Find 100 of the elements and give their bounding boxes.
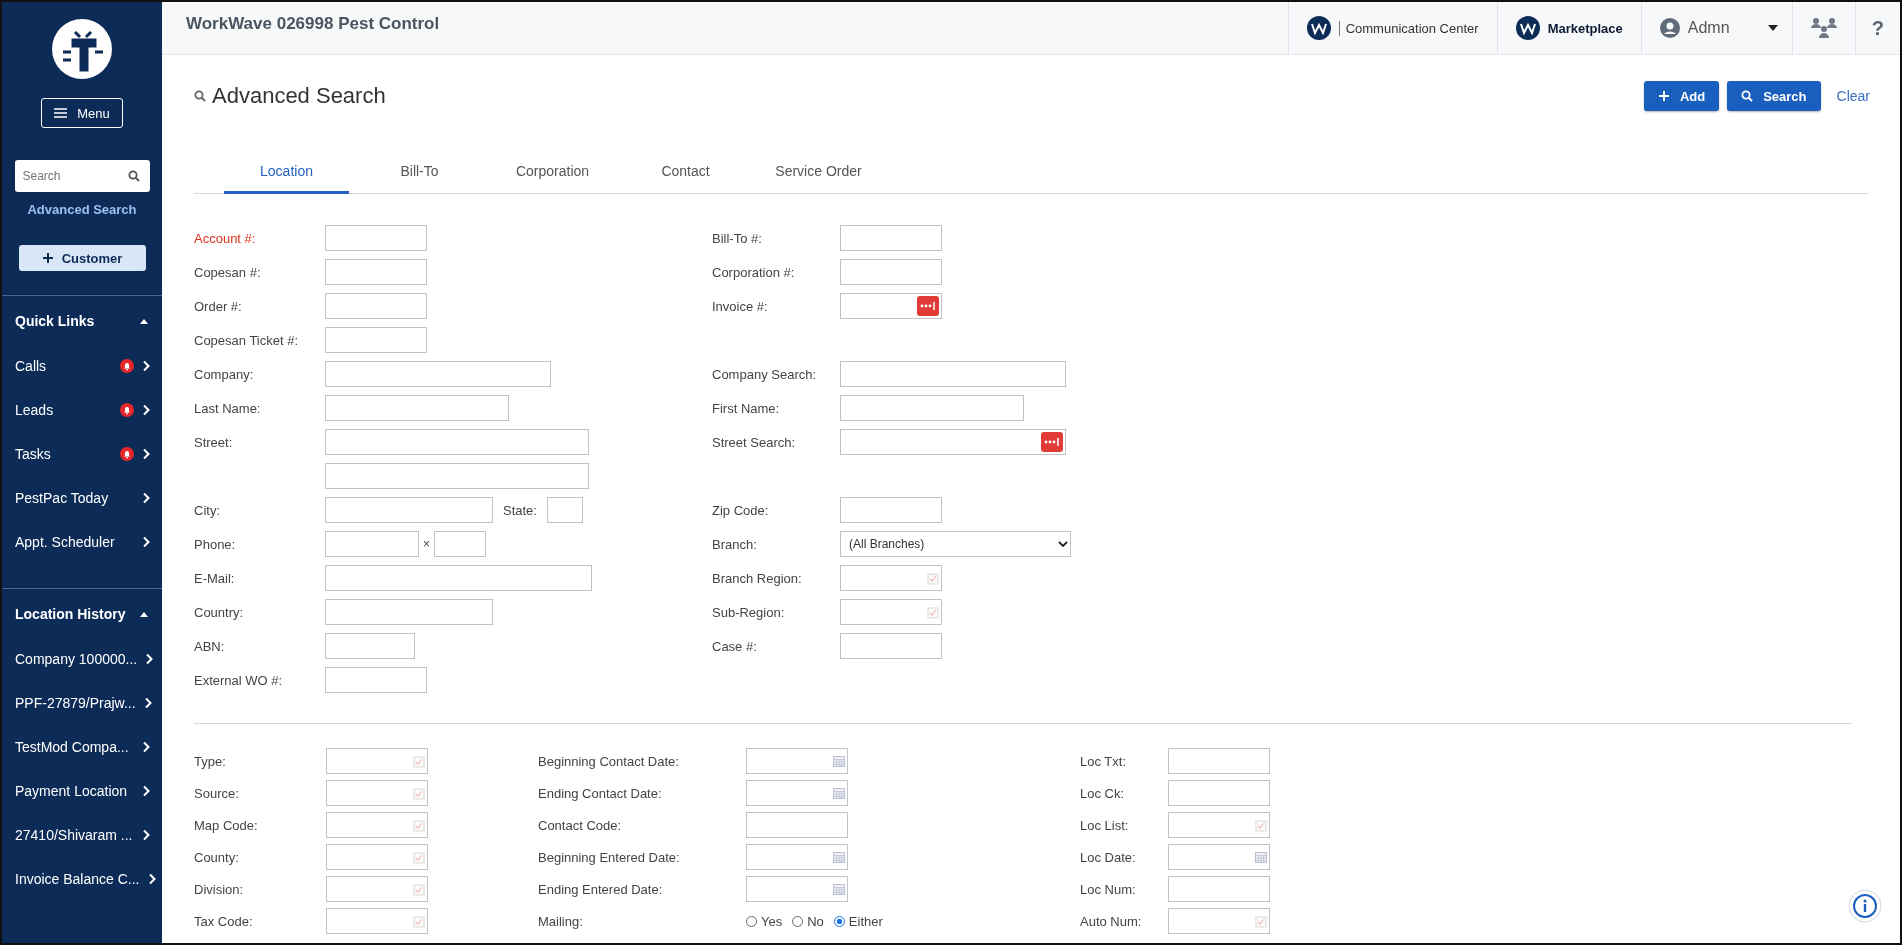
list-picker-icon[interactable] bbox=[413, 914, 425, 928]
input-field[interactable] bbox=[325, 293, 427, 319]
collapse-caret-icon[interactable] bbox=[140, 318, 148, 324]
calendar-icon[interactable] bbox=[833, 883, 845, 895]
communication-center-link[interactable]: Communication Center bbox=[1287, 2, 1497, 54]
calendar-icon[interactable] bbox=[833, 755, 845, 767]
input-field[interactable] bbox=[746, 844, 848, 870]
list-picker-icon[interactable] bbox=[413, 882, 425, 896]
calendar-icon[interactable] bbox=[833, 787, 845, 799]
input-field[interactable] bbox=[840, 497, 942, 523]
sidebar-link[interactable]: Invoice Balance C... bbox=[2, 857, 162, 901]
input-field[interactable] bbox=[326, 876, 428, 902]
input-field[interactable] bbox=[840, 293, 942, 319]
input-field[interactable] bbox=[840, 429, 1066, 455]
lookup-button[interactable] bbox=[917, 296, 939, 316]
tab[interactable]: Bill-To bbox=[357, 149, 482, 194]
tab[interactable]: Corporation bbox=[490, 149, 615, 194]
search-button[interactable]: Search bbox=[1727, 81, 1821, 111]
list-picker-icon[interactable] bbox=[413, 754, 425, 768]
sidebar-link[interactable]: TestMod Compa... bbox=[2, 725, 162, 769]
input-field[interactable] bbox=[840, 565, 942, 591]
chevron-right-icon bbox=[142, 536, 150, 548]
collapse-caret-icon[interactable] bbox=[140, 611, 148, 617]
input-field[interactable] bbox=[840, 225, 942, 251]
user-menu[interactable]: Admn bbox=[1640, 2, 1792, 54]
input-field[interactable] bbox=[325, 565, 592, 591]
tab[interactable]: Service Order bbox=[756, 149, 881, 194]
input-field[interactable] bbox=[746, 812, 848, 838]
input-field[interactable] bbox=[325, 361, 551, 387]
input-field[interactable] bbox=[326, 748, 428, 774]
input-field[interactable] bbox=[326, 812, 428, 838]
sidebar-link[interactable]: Payment Location bbox=[2, 769, 162, 813]
branch-dropdown[interactable]: (All Branches) bbox=[840, 531, 1071, 557]
input-field[interactable] bbox=[840, 361, 1066, 387]
input-field[interactable] bbox=[325, 633, 415, 659]
field-label: Sub-Region: bbox=[712, 604, 786, 620]
list-picker-icon[interactable] bbox=[927, 605, 939, 619]
tab[interactable]: Location bbox=[224, 149, 349, 194]
input-field[interactable] bbox=[546, 497, 583, 523]
input-field[interactable] bbox=[746, 876, 848, 902]
input-field[interactable] bbox=[325, 463, 589, 489]
input-field[interactable] bbox=[326, 844, 428, 870]
list-picker-icon[interactable] bbox=[413, 786, 425, 800]
input-field[interactable] bbox=[326, 908, 428, 934]
marketplace-link[interactable]: Marketplace bbox=[1496, 2, 1641, 54]
field-label: Beginning Entered Date: bbox=[538, 849, 681, 865]
input-field[interactable] bbox=[325, 259, 427, 285]
input-field[interactable] bbox=[840, 599, 942, 625]
input-field[interactable] bbox=[1168, 748, 1270, 774]
input-field[interactable] bbox=[746, 748, 848, 774]
calendar-icon[interactable] bbox=[833, 851, 845, 863]
sidebar-link[interactable]: PestPac Today bbox=[2, 476, 162, 520]
input-field[interactable] bbox=[1168, 876, 1270, 902]
calendar-icon[interactable] bbox=[1255, 851, 1267, 863]
sidebar-link[interactable]: Appt. Scheduler bbox=[2, 520, 162, 564]
input-field[interactable] bbox=[326, 780, 428, 806]
sidebar-link[interactable]: PPF-27879/Prajw... bbox=[2, 681, 162, 725]
add-customer-button[interactable]: Customer bbox=[18, 245, 146, 271]
info-button[interactable] bbox=[1848, 889, 1882, 923]
radio-option[interactable]: Either bbox=[833, 913, 883, 929]
chevron-right-icon bbox=[143, 697, 152, 709]
menu-button[interactable]: Menu bbox=[41, 98, 123, 128]
radio-option[interactable]: No bbox=[792, 913, 824, 929]
input-field[interactable] bbox=[325, 497, 493, 523]
input-field[interactable] bbox=[1168, 844, 1270, 870]
sidebar-link[interactable]: Company 100000... bbox=[2, 637, 162, 681]
input-field[interactable] bbox=[840, 633, 942, 659]
input-field[interactable] bbox=[325, 429, 589, 455]
radio-option[interactable]: Yes bbox=[746, 913, 783, 929]
field-label: Source: bbox=[194, 785, 240, 801]
input-field[interactable] bbox=[434, 531, 486, 557]
list-picker-icon[interactable] bbox=[1255, 818, 1267, 832]
add-button[interactable]: Add bbox=[1643, 81, 1720, 111]
chevron-right-icon bbox=[142, 829, 150, 841]
input-field[interactable] bbox=[840, 259, 942, 285]
list-picker-icon[interactable] bbox=[927, 571, 939, 585]
input-field[interactable] bbox=[325, 395, 509, 421]
lookup-button[interactable] bbox=[1041, 432, 1063, 452]
input-field[interactable] bbox=[1168, 780, 1270, 806]
list-picker-icon[interactable] bbox=[413, 818, 425, 832]
input-field[interactable] bbox=[746, 780, 848, 806]
input-field[interactable] bbox=[1168, 908, 1270, 934]
sidebar-link[interactable]: 27410/Shivaram ... bbox=[2, 813, 162, 857]
clear-link[interactable]: Clear bbox=[1836, 88, 1870, 104]
input-field[interactable] bbox=[325, 531, 419, 557]
input-field[interactable] bbox=[325, 667, 427, 693]
sidebar-link[interactable]: Leads bbox=[2, 388, 162, 432]
tab[interactable]: Contact bbox=[623, 149, 748, 194]
list-picker-icon[interactable] bbox=[413, 850, 425, 864]
input-field[interactable] bbox=[1168, 812, 1270, 838]
search-field[interactable]: Search bbox=[14, 160, 150, 192]
advanced-search-link[interactable]: Advanced Search bbox=[27, 202, 137, 217]
input-field[interactable] bbox=[325, 327, 427, 353]
help-button[interactable]: ? bbox=[1854, 2, 1900, 54]
input-field[interactable] bbox=[325, 599, 493, 625]
input-field[interactable] bbox=[840, 395, 1024, 421]
input-field[interactable] bbox=[325, 225, 427, 251]
sidebar-link[interactable]: Tasks bbox=[2, 432, 162, 476]
sidebar-link[interactable]: Calls bbox=[2, 344, 162, 388]
list-picker-icon[interactable] bbox=[1255, 914, 1267, 928]
